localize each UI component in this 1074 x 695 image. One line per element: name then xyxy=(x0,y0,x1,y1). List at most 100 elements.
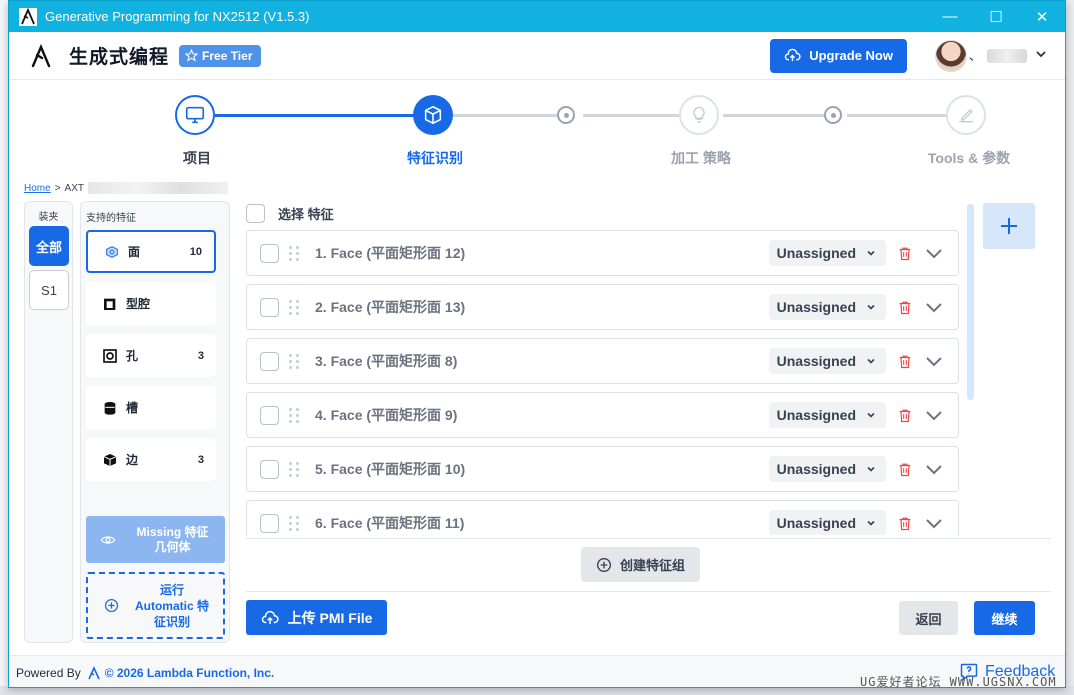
setup-s1-button[interactable]: S1 xyxy=(29,270,69,310)
feature-row-checkbox[interactable] xyxy=(260,405,279,425)
step-machining-strategy[interactable] xyxy=(679,95,719,135)
select-all-checkbox[interactable] xyxy=(246,204,265,223)
feature-type-count: 3 xyxy=(197,349,204,362)
feature-type-slot[interactable]: 槽 xyxy=(86,386,216,429)
step-tools-params[interactable] xyxy=(946,95,986,135)
chevron-down-icon xyxy=(867,304,875,310)
feature-type-label: 孔 xyxy=(126,349,139,363)
expand-chevron-icon[interactable] xyxy=(924,351,944,371)
feature-type-edge[interactable]: 边 3 xyxy=(86,438,216,481)
feature-row[interactable]: 5. Face (平面矩形面 10) Unassigned xyxy=(246,446,959,492)
divider xyxy=(246,538,1051,539)
feature-row[interactable]: 4. Face (平面矩形面 9) Unassigned xyxy=(246,392,959,438)
upload-pmi-button[interactable]: 上传 PMI File xyxy=(246,600,387,635)
upgrade-label: Upgrade Now xyxy=(809,48,893,63)
feature-row-checkbox[interactable] xyxy=(260,459,279,479)
trash-icon[interactable] xyxy=(896,406,914,424)
feature-types-title: 支持的特征 xyxy=(86,213,136,224)
assignment-dropdown[interactable]: Unassigned xyxy=(768,510,886,535)
step-connector xyxy=(215,114,428,117)
hole-icon xyxy=(102,348,118,364)
assignment-dropdown[interactable]: Unassigned xyxy=(768,294,886,320)
maximize-button[interactable]: ☐ xyxy=(973,1,1019,32)
add-feature-button[interactable] xyxy=(983,203,1035,249)
feature-row[interactable]: 1. Face (平面矩形面 12) Unassigned xyxy=(246,230,959,276)
assignment-dropdown[interactable]: Unassigned xyxy=(768,402,886,428)
feature-cube-icon xyxy=(424,105,442,125)
drag-handle-icon[interactable] xyxy=(289,461,303,477)
upgrade-button[interactable]: Upgrade Now xyxy=(770,38,907,73)
feature-row-name: 6. Face (平面矩形面 11) xyxy=(315,515,465,531)
trash-icon[interactable] xyxy=(896,460,914,478)
breadcrumb-current: AXT xyxy=(64,182,84,194)
upload-pmi-label: 上传 PMI File xyxy=(287,609,373,626)
continue-button[interactable]: 继续 xyxy=(974,601,1035,635)
chevron-down-icon xyxy=(867,250,875,256)
user-name[interactable] xyxy=(987,48,1027,63)
feature-type-face[interactable]: 面 10 xyxy=(86,230,216,273)
step-label-tools: Tools & 参数 xyxy=(927,150,1011,166)
breadcrumb-home[interactable]: Home xyxy=(24,183,51,194)
cloud-upload-icon xyxy=(784,48,801,62)
expand-chevron-icon[interactable] xyxy=(924,297,944,317)
breadcrumb-redacted xyxy=(87,182,228,194)
chevron-down-icon xyxy=(867,358,875,364)
create-feature-group-button[interactable]: 创建特征组 xyxy=(581,547,700,582)
expand-chevron-icon[interactable] xyxy=(924,243,944,263)
trash-icon[interactable] xyxy=(896,298,914,316)
run-automatic-recognition-button[interactable]: 运行 Automatic 特 征识别 xyxy=(86,572,225,639)
chevron-down-icon[interactable] xyxy=(1035,48,1047,63)
drag-handle-icon[interactable] xyxy=(289,407,303,423)
trash-icon[interactable] xyxy=(896,352,914,370)
trash-icon[interactable] xyxy=(896,244,914,262)
tier-badge: Free Tier xyxy=(179,44,261,67)
bulb-icon xyxy=(693,106,705,123)
drag-handle-icon[interactable] xyxy=(289,515,303,531)
plus-circle-icon xyxy=(596,557,611,572)
feature-type-hole[interactable]: 孔 3 xyxy=(86,334,216,377)
expand-chevron-icon[interactable] xyxy=(924,405,944,425)
minimize-button[interactable]: — xyxy=(927,1,973,32)
assignment-dropdown[interactable]: Unassigned xyxy=(768,348,886,374)
feature-row-checkbox[interactable] xyxy=(260,297,279,317)
copyright-link[interactable]: © 2026 Lambda Function, Inc. xyxy=(105,666,275,680)
step-connector xyxy=(452,114,569,117)
divider xyxy=(246,591,1051,592)
assignment-value: Unassigned xyxy=(776,245,856,261)
feature-row-checkbox[interactable] xyxy=(260,351,279,371)
feature-type-label: 型腔 xyxy=(126,297,151,311)
close-button[interactable]: ✕ xyxy=(1019,1,1065,32)
drag-handle-icon[interactable] xyxy=(289,353,303,369)
assignment-dropdown[interactable]: Unassigned xyxy=(768,240,886,266)
feature-row[interactable]: 3. Face (平面矩形面 8) Unassigned xyxy=(246,338,959,384)
step-project[interactable] xyxy=(175,95,215,135)
avatar[interactable] xyxy=(934,39,967,72)
missing-feature-geometry-button[interactable]: Missing 特征 几何体 xyxy=(86,516,225,563)
assignment-value: Unassigned xyxy=(776,515,856,531)
title-bar: Generative Programming for NX2512 (V1.5.… xyxy=(9,1,1065,32)
create-feature-group-label: 创建特征组 xyxy=(619,558,685,573)
setup-all-button[interactable]: 全部 xyxy=(29,226,69,266)
feature-row[interactable]: 2. Face (平面矩形面 13) Unassigned xyxy=(246,284,959,330)
feature-type-pocket[interactable]: 型腔 xyxy=(86,282,216,325)
feature-row[interactable]: 6. Face (平面矩形面 11) Unassigned xyxy=(246,500,959,535)
step-feature-recognition[interactable] xyxy=(413,95,453,135)
drag-handle-icon[interactable] xyxy=(289,245,303,261)
brand-name: 生成式编程 xyxy=(69,47,170,68)
trash-icon[interactable] xyxy=(896,514,914,532)
plus-circle-icon xyxy=(104,598,119,613)
step-label-feature: 特征识别 xyxy=(407,150,463,166)
feature-row-checkbox[interactable] xyxy=(260,243,279,263)
expand-chevron-icon[interactable] xyxy=(924,513,944,533)
assignment-value: Unassigned xyxy=(776,299,856,315)
slot-icon xyxy=(102,400,118,416)
list-scrollbar[interactable] xyxy=(967,204,974,400)
back-button[interactable]: 返回 xyxy=(899,601,958,635)
app-logo-icon xyxy=(17,6,39,28)
assignment-dropdown[interactable]: Unassigned xyxy=(768,456,886,482)
missing-line2: 几何体 xyxy=(154,539,191,554)
feature-row-checkbox[interactable] xyxy=(260,513,279,533)
expand-chevron-icon[interactable] xyxy=(924,459,944,479)
drag-handle-icon[interactable] xyxy=(289,299,303,315)
feature-row-name: 4. Face (平面矩形面 9) xyxy=(315,407,458,423)
